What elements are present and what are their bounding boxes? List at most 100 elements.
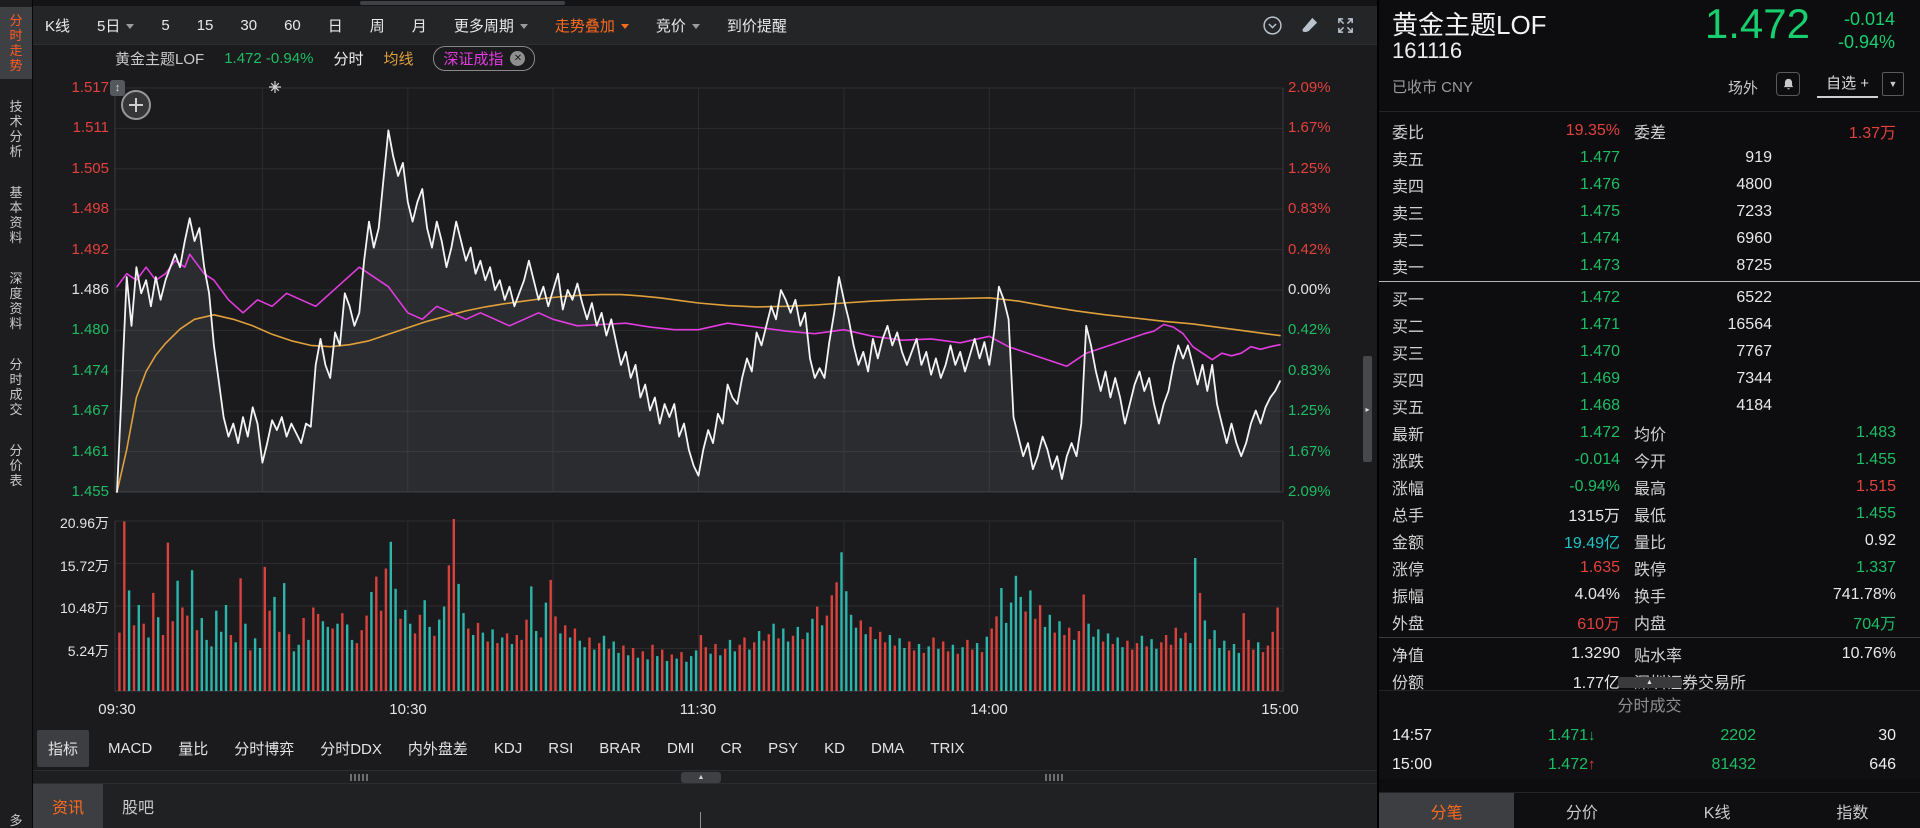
sparkle-icon <box>269 80 281 98</box>
splitter-grip-right[interactable] <box>1045 774 1063 781</box>
indicator-tab-3[interactable]: 分时DDX <box>320 738 382 759</box>
stats-row-8: 净值1.3290贴水率10.76% <box>1379 640 1920 667</box>
pct-axis-label: 1.25% <box>1288 402 1331 419</box>
pane-splitter[interactable]: ▲ <box>33 770 1377 784</box>
sidebar-item-2[interactable]: 基本资料 <box>0 179 32 251</box>
price-axis-label: 1.455 <box>33 483 109 500</box>
ask-row-3[interactable]: 卖二1.4746960 <box>1379 225 1920 252</box>
quote-header: 黄金主题LOF 161116 已收市 CNY 1.472 -0.014 -0.9… <box>1379 0 1920 112</box>
price-axis-label: 1.474 <box>33 362 109 379</box>
sidebar-item-1[interactable]: 技术分析 <box>0 93 32 165</box>
indicator-tab-7[interactable]: BRAR <box>599 740 641 757</box>
add-watchlist-button[interactable]: 自选 + <box>1817 72 1878 98</box>
sidebar-item-5[interactable]: 分价表 <box>0 437 32 494</box>
panel-tab-0[interactable]: 分笔 <box>1379 793 1514 828</box>
ratio-label: 委比 <box>1392 119 1478 143</box>
quote-panel-tabbar: 分笔分价K线指数 <box>1379 792 1920 828</box>
time-axis-label: 15:00 <box>1261 701 1299 718</box>
stats-row-6: 振幅4.04%换手741.78% <box>1379 581 1920 608</box>
indicator-tab-4[interactable]: 内外盘差 <box>408 738 468 759</box>
time-axis-label: 09:30 <box>98 701 136 718</box>
tick-row-1: 15:001.472↑81432646 <box>1379 750 1920 779</box>
ask-row-2[interactable]: 卖三1.4757233 <box>1379 198 1920 225</box>
ask-row-1[interactable]: 卖四1.4764800 <box>1379 171 1920 198</box>
ask-row-4[interactable]: 卖一1.4738725 <box>1379 252 1920 279</box>
tick-down-arrow-icon: ↓ <box>1588 727 1606 744</box>
time-axis-label: 11:30 <box>680 701 716 718</box>
indicator-tab-1[interactable]: 量比 <box>178 738 208 759</box>
price-change-pct: -0.94% <box>1838 31 1895 54</box>
indicator-tab-11[interactable]: KD <box>824 740 845 757</box>
price-axis-label: 1.480 <box>33 321 109 338</box>
watchlist-dropdown-button[interactable]: ▼ <box>1882 72 1904 96</box>
sidebar-item-3[interactable]: 深度资料 <box>0 265 32 337</box>
splitter-collapse-button[interactable]: ▲ <box>681 772 721 783</box>
indicator-tab-6[interactable]: RSI <box>548 740 573 757</box>
bid-row-4[interactable]: 买五1.4684184 <box>1379 392 1920 419</box>
stats-row-7: 外盘610万内盘704万 <box>1379 608 1920 635</box>
chart-section: K线5日5153060日周月更多周期走势叠加竞价到价提醒 黄金主题LOF 1.4… <box>33 0 1377 828</box>
intraday-chart[interactable] <box>33 0 1377 700</box>
bid-row-0[interactable]: 买一1.4726522 <box>1379 284 1920 311</box>
order-ratio-row: 委比 19.35% 委差 1.37万 <box>1379 117 1920 144</box>
zoom-in-icon[interactable] <box>121 90 151 120</box>
news-tab-0[interactable]: 资讯 <box>33 784 103 828</box>
indicator-tab-13[interactable]: TRIX <box>930 740 964 757</box>
bid-row-2[interactable]: 买三1.4707767 <box>1379 338 1920 365</box>
market-status: 已收市 CNY <box>1392 76 1473 97</box>
diff-label: 委差 <box>1634 119 1666 143</box>
price-axis-label: 1.467 <box>33 402 109 419</box>
stats-collapse-button[interactable]: ▲ <box>1618 677 1682 688</box>
pct-axis-label: 2.09% <box>1288 79 1331 96</box>
price-change: -0.014 <box>1838 8 1895 31</box>
panel-tab-1[interactable]: 分价 <box>1514 793 1649 828</box>
indicator-tab-8[interactable]: DMI <box>667 740 695 757</box>
time-axis-label: 10:30 <box>389 701 427 718</box>
indicator-tab-2[interactable]: 分时博弈 <box>234 738 294 759</box>
indicator-tab-selected[interactable]: 指标 <box>37 730 89 767</box>
price-axis-label: 1.461 <box>33 443 109 460</box>
panel-collapse-handle[interactable]: ▸ <box>1363 356 1372 462</box>
price-change-block: -0.014 -0.94% <box>1838 8 1895 54</box>
bid-row-3[interactable]: 买四1.4697344 <box>1379 365 1920 392</box>
sidebar-item-4[interactable]: 分时成交 <box>0 351 32 423</box>
alert-bell-button[interactable] <box>1776 72 1800 96</box>
price-axis-label: 1.486 <box>33 281 109 298</box>
indicator-tab-0[interactable]: MACD <box>108 740 152 757</box>
panel-tab-2[interactable]: K线 <box>1650 793 1785 828</box>
pct-axis-label: 0.42% <box>1288 321 1331 338</box>
news-tab-1[interactable]: 股吧 <box>103 784 173 828</box>
price-axis-label: 1.517 <box>33 79 109 96</box>
sidebar-item-0[interactable]: 分时走势 <box>0 7 32 79</box>
volume-axis-label: 10.48万 <box>33 598 109 618</box>
axis-updown-icon[interactable]: ↕ <box>110 80 125 96</box>
indicator-tab-10[interactable]: PSY <box>768 740 798 757</box>
news-tabbar: 资讯股吧 <box>33 784 1377 828</box>
volume-axis-label: 5.24万 <box>33 641 109 661</box>
symbol-code: 161116 <box>1392 38 1462 64</box>
market-type-label: 场外 <box>1728 77 1758 98</box>
order-book-separator <box>1379 281 1920 282</box>
indicator-tab-9[interactable]: CR <box>720 740 742 757</box>
volume-axis-label: 20.96万 <box>33 513 109 533</box>
bid-row-1[interactable]: 买二1.47116564 <box>1379 311 1920 338</box>
ask-row-0[interactable]: 卖五1.477919 <box>1379 144 1920 171</box>
splitter-grip-left[interactable] <box>350 774 368 781</box>
symbol-name: 黄金主题LOF <box>1392 5 1547 42</box>
panel-tab-3[interactable]: 指数 <box>1785 793 1920 828</box>
tick-trades-panel: 分时成交 14:571.471↓22023015:001.472↑8143264… <box>1379 690 1920 779</box>
bottom-drag-tick <box>700 812 701 828</box>
pct-axis-label: 1.67% <box>1288 443 1331 460</box>
stats-separator <box>1379 637 1920 638</box>
last-price: 1.472 <box>1705 0 1810 48</box>
pct-axis-label: 0.42% <box>1288 241 1331 258</box>
stats-row-5: 涨停1.635跌停1.337 <box>1379 554 1920 581</box>
indicator-tab-12[interactable]: DMA <box>871 740 904 757</box>
indicator-tab-5[interactable]: KDJ <box>494 740 522 757</box>
price-axis-label: 1.505 <box>33 160 109 177</box>
sidebar-item-6[interactable]: 多 <box>0 807 32 828</box>
pct-axis-label: 0.00% <box>1288 281 1331 298</box>
price-axis-label: 1.498 <box>33 200 109 217</box>
tick-row-0: 14:571.471↓220230 <box>1379 721 1920 750</box>
ratio-value: 19.35% <box>1478 122 1620 140</box>
